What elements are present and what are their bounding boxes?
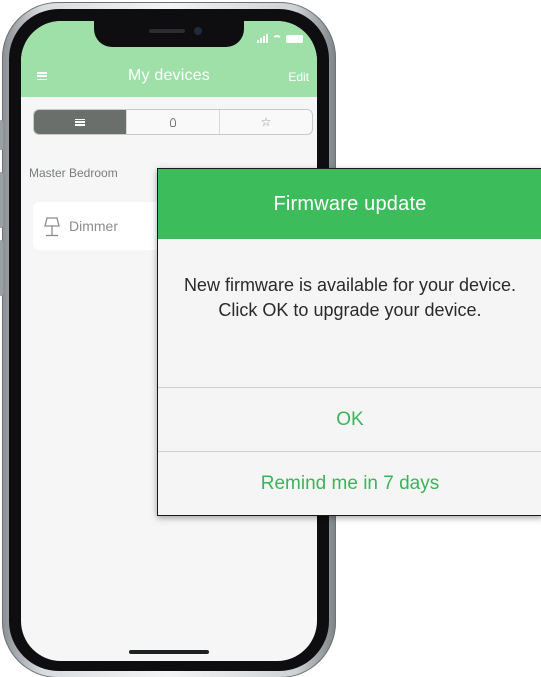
front-camera xyxy=(194,27,202,35)
star-icon: ☆ xyxy=(260,115,272,129)
edit-button[interactable]: Edit xyxy=(288,70,309,84)
remind-later-button[interactable]: Remind me in 7 days xyxy=(158,451,541,515)
volume-up-button xyxy=(0,172,3,228)
battery-icon xyxy=(286,35,303,43)
signal-icon xyxy=(257,34,268,43)
dialog-message: New firmware is available for your devic… xyxy=(183,275,517,320)
page-title: My devices xyxy=(127,67,211,84)
home-indicator[interactable] xyxy=(129,650,209,654)
tab-favorites-view[interactable]: ☆ xyxy=(220,110,312,134)
tab-lights-view[interactable] xyxy=(127,110,220,134)
tab-list-view[interactable] xyxy=(34,110,127,134)
speaker-grille xyxy=(149,29,185,33)
bulb-icon xyxy=(170,117,176,127)
stage: My devices Edit ☆ Master Bedroom Dimmer … xyxy=(0,0,541,677)
status-bar xyxy=(257,34,303,43)
device-name: Dimmer xyxy=(69,218,118,234)
ok-button[interactable]: OK xyxy=(158,387,541,451)
wifi-icon xyxy=(272,35,282,43)
lamp-icon xyxy=(44,217,60,237)
mute-switch xyxy=(0,120,3,150)
dialog-title: Firmware update xyxy=(158,169,541,239)
firmware-update-dialog: Firmware update New firmware is availabl… xyxy=(157,168,541,516)
list-icon xyxy=(75,118,85,126)
volume-down-button xyxy=(0,240,3,296)
phone-notch xyxy=(94,21,244,47)
view-segmented-control: ☆ xyxy=(33,109,313,135)
room-label: Master Bedroom xyxy=(29,166,118,180)
